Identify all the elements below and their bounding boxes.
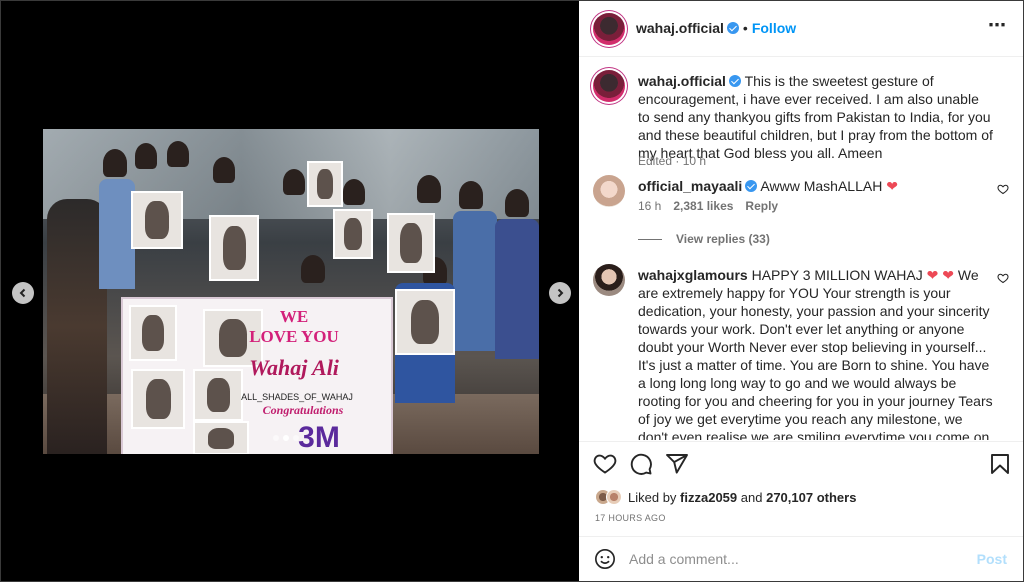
- carousel-dot: [273, 435, 279, 441]
- post-comment-button[interactable]: Post: [977, 551, 1007, 567]
- photo-poster: [333, 209, 373, 259]
- emoji-icon[interactable]: [594, 548, 616, 570]
- comment-meta: 16 h 2,381 likes Reply: [638, 199, 778, 213]
- photo-kid: [417, 175, 441, 203]
- likes-and: and: [740, 489, 763, 505]
- commenter-username[interactable]: official_mayaali: [638, 178, 742, 194]
- share-icon[interactable]: [665, 452, 689, 476]
- liker-avatar: [606, 489, 622, 505]
- banner-text-love-you: LOVE YOU: [249, 327, 339, 346]
- photo-kid: [135, 143, 157, 169]
- likes-count[interactable]: 270,107 others: [766, 490, 856, 505]
- carousel-dot: [293, 435, 299, 441]
- save-icon[interactable]: [988, 452, 1012, 476]
- likes-prefix: Liked by: [628, 489, 677, 505]
- verified-badge-icon: [745, 180, 758, 192]
- view-replies-button[interactable]: View replies (33): [638, 232, 770, 246]
- banner-text-we: WE: [279, 307, 309, 326]
- commenter-username[interactable]: wahajxglamours: [638, 267, 748, 283]
- comment-text: official_mayaali Awww MashALLAH ❤: [638, 177, 993, 195]
- banner-photo: [131, 369, 185, 429]
- heart-emoji: ❤: [886, 178, 898, 194]
- author-avatar[interactable]: [593, 13, 625, 45]
- photo-poster: [395, 289, 455, 355]
- post-sidebar: wahaj.official • Follow ⋯ wahaj.official T…: [579, 1, 1023, 581]
- photo-kid: [167, 141, 189, 167]
- more-options-icon[interactable]: ⋯: [988, 15, 1007, 36]
- photo-kid-body: [495, 219, 539, 359]
- verified-badge-icon: [726, 22, 739, 34]
- liker-username[interactable]: fizza2059: [680, 490, 737, 505]
- banner-photo: [193, 421, 249, 454]
- next-slide-button[interactable]: [549, 282, 571, 304]
- caption-meta: Edited · 10 h: [638, 154, 707, 168]
- banner-text-name: Wahaj Ali: [249, 355, 339, 380]
- previous-slide-button[interactable]: [12, 282, 34, 304]
- photo-kid-body: [453, 211, 497, 351]
- post-photo[interactable]: WE LOVE YOU Wahaj Ali ALL_SHADES_OF_WAHA…: [43, 129, 539, 454]
- heart-outline-icon: [997, 184, 1009, 195]
- comment-body: We are extremely happy for YOU Your stre…: [638, 267, 993, 440]
- comment-headline: HAPPY 3 MILLION WAHAJ: [751, 267, 923, 283]
- add-comment-bar: Add a comment... Post: [579, 536, 1023, 581]
- photo-poster: [387, 213, 435, 273]
- photo-poster: [131, 191, 183, 249]
- author-row: wahaj.official • Follow: [636, 20, 796, 36]
- comment-text: wahajxglamours HAPPY 3 MILLION WAHAJ ❤ ❤…: [638, 266, 993, 440]
- separator-dot: •: [742, 20, 748, 36]
- photo-kid: [213, 157, 235, 183]
- comment-time: 16 h: [638, 199, 662, 213]
- add-comment-input[interactable]: Add a comment...: [629, 551, 739, 567]
- photo-woman: [47, 199, 107, 454]
- comment-likes[interactable]: 2,381 likes: [673, 199, 733, 213]
- post-timestamp[interactable]: 17 HOURS AGO: [595, 513, 666, 523]
- carousel-dots: [273, 435, 299, 441]
- heart-emoji: ❤ ❤: [926, 267, 955, 283]
- comments-list[interactable]: wahaj.official This is the sweetest gest…: [579, 58, 1023, 440]
- reply-button[interactable]: Reply: [745, 199, 778, 213]
- banner-text-congrats: Congratulations: [262, 403, 344, 417]
- caption-avatar[interactable]: [593, 70, 625, 102]
- post-header: wahaj.official • Follow ⋯: [579, 1, 1023, 57]
- author-username[interactable]: wahaj.official: [636, 20, 724, 36]
- photo-kid: [103, 149, 127, 177]
- like-icon[interactable]: [593, 452, 617, 476]
- commenter-avatar[interactable]: [593, 175, 625, 207]
- like-comment-icon[interactable]: [997, 183, 1009, 198]
- photo-kid: [283, 169, 305, 195]
- photo-poster: [307, 161, 343, 207]
- media-panel: WE LOVE YOU Wahaj Ali ALL_SHADES_OF_WAHA…: [1, 1, 579, 581]
- caption-text: wahaj.official This is the sweetest gest…: [638, 72, 993, 162]
- commenter-avatar[interactable]: [593, 264, 625, 296]
- caption-username[interactable]: wahaj.official: [638, 73, 726, 89]
- photo-kid-body: [99, 179, 135, 289]
- photo-kid: [301, 255, 325, 283]
- carousel-dot-active: [283, 435, 289, 441]
- action-bar: [579, 441, 1023, 485]
- follow-button[interactable]: Follow: [752, 20, 796, 36]
- chevron-right-icon: [557, 288, 564, 298]
- photo-kid: [505, 189, 529, 217]
- replies-line: [638, 238, 662, 240]
- photo-kid: [459, 181, 483, 209]
- heart-outline-icon: [997, 273, 1009, 284]
- like-comment-icon[interactable]: [997, 272, 1009, 287]
- verified-badge-icon: [728, 75, 741, 87]
- photo-kid: [343, 179, 365, 205]
- photo-poster: [209, 215, 259, 281]
- banner-photo: [129, 305, 177, 361]
- chevron-left-icon: [19, 288, 26, 298]
- comment-body: Awww MashALLAH: [760, 178, 883, 194]
- view-replies-label: View replies (33): [676, 232, 770, 246]
- likes-summary: Liked by fizza2059 and 270,107 others: [595, 489, 856, 505]
- comment-icon[interactable]: [629, 452, 653, 476]
- banner-text-handle: ALL_SHADES_OF_WAHAJ: [241, 392, 353, 402]
